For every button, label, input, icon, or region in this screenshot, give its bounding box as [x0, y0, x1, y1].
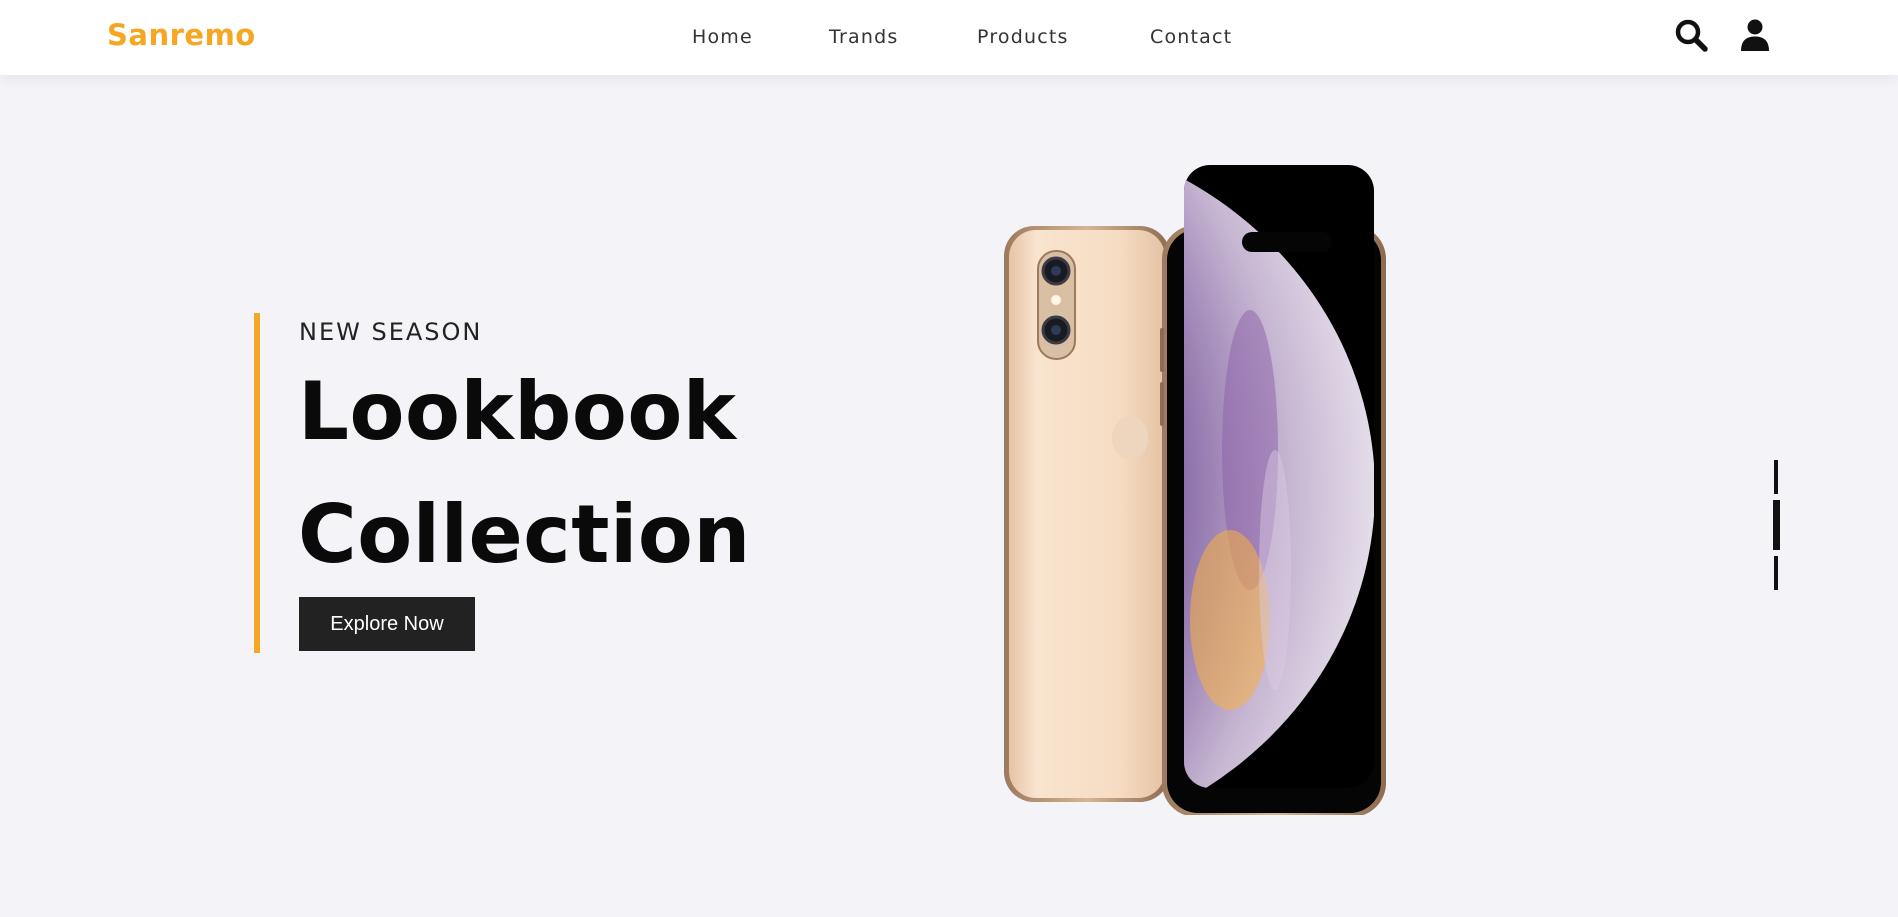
hero-headline-line2: Collection	[298, 488, 751, 581]
hero-banner: NEW SEASON Lookbook Collection Explore N…	[0, 75, 1898, 917]
user-icon[interactable]	[1735, 16, 1775, 56]
hero-product-image	[1000, 150, 1400, 817]
slider-indicator	[1772, 460, 1782, 590]
slider-dot-3[interactable]	[1774, 556, 1778, 590]
hero-accent-bar	[254, 313, 260, 653]
explore-now-button[interactable]: Explore Now	[299, 597, 475, 651]
nav-link-contact[interactable]: Contact	[1150, 26, 1232, 48]
search-icon[interactable]	[1672, 16, 1712, 56]
hero-headline-line1: Lookbook	[298, 365, 737, 458]
hero-eyebrow: NEW SEASON	[299, 318, 483, 346]
nav-link-products[interactable]: Products	[977, 26, 1069, 48]
nav-link-home[interactable]: Home	[692, 26, 753, 48]
nav-link-trands[interactable]: Trands	[829, 26, 898, 48]
main-nav: Home Trands Products Contact	[0, 26, 1898, 52]
slider-dot-1[interactable]	[1774, 460, 1778, 494]
slider-dot-2-active[interactable]	[1773, 500, 1780, 550]
top-navbar: Sanremo Home Trands Products Contact	[0, 0, 1898, 75]
